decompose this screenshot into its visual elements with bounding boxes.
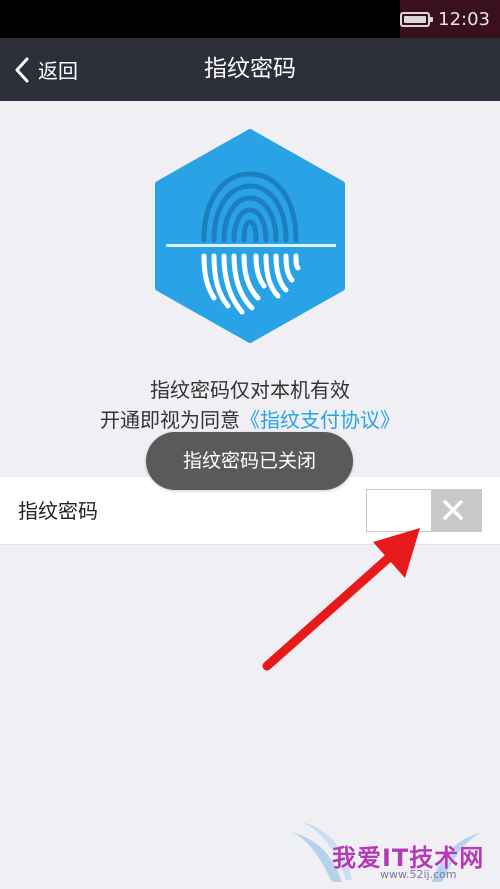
- setting-label: 指纹密码: [18, 499, 98, 523]
- status-time: 12:03: [438, 8, 490, 30]
- description-prefix: 开通即视为同意: [100, 408, 240, 432]
- battery-icon: [400, 11, 434, 27]
- description-line-2: 开通即视为同意《指纹支付协议》: [0, 404, 500, 433]
- close-icon: [443, 500, 463, 520]
- nav-bar: 指纹密码 返回: [0, 38, 500, 101]
- back-label: 返回: [38, 59, 78, 83]
- agreement-link[interactable]: 《指纹支付协议》: [240, 408, 400, 432]
- toast-message: 指纹密码已关闭: [146, 432, 353, 490]
- fingerprint-hex-icon: [155, 129, 345, 343]
- watermark-url: www.52ij.com: [380, 868, 457, 881]
- description-line-1: 指纹密码仅对本机有效: [150, 378, 350, 402]
- status-bar-right: 12:03: [400, 0, 500, 38]
- red-arrow-annotation: [262, 528, 420, 671]
- chevron-left-icon: [15, 57, 29, 82]
- status-bar: 12:03: [0, 0, 500, 38]
- back-button[interactable]: 返回: [14, 38, 78, 101]
